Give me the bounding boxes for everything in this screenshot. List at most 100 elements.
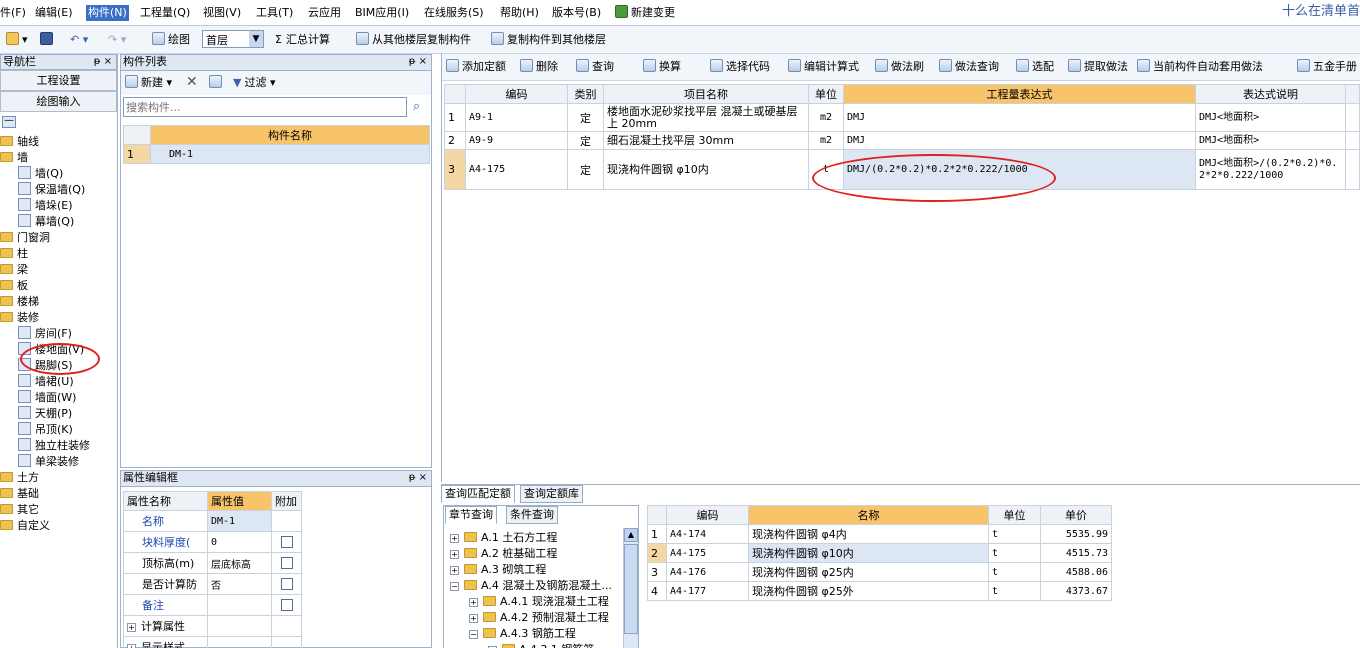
nav-tree-item[interactable]: 单梁装修 — [18, 454, 79, 470]
nav-tree-item[interactable]: 墙裙(U) — [18, 374, 74, 390]
tab-match-quota[interactable]: 查询匹配定额 — [441, 485, 515, 503]
chapter-item[interactable]: − A.4.3 钢筋工程 — [469, 626, 576, 642]
result-unit[interactable]: t — [988, 524, 1041, 544]
tab-chapter-query[interactable]: 章节查询 — [445, 506, 497, 524]
menu-view[interactable]: 视图(V) — [203, 5, 241, 21]
edit-formula-button[interactable]: 编辑计算式 — [788, 59, 859, 75]
pin-close-icon[interactable]: ᵽ × — [409, 471, 427, 485]
copy-icon[interactable] — [209, 75, 225, 91]
menu-bim[interactable]: BIM应用(I) — [355, 5, 409, 21]
draw-button[interactable]: 绘图 — [152, 32, 190, 48]
chapter-item[interactable]: + A.2 桩基础工程 — [450, 546, 557, 562]
result-unit[interactable]: t — [988, 543, 1041, 563]
new-component-button[interactable]: 新建 ▾ — [125, 75, 172, 91]
property-value[interactable] — [207, 615, 272, 637]
result-name[interactable]: 现浇构件圆钢 φ10内 — [748, 543, 989, 563]
nav-tree-item[interactable]: 土方 — [0, 470, 39, 486]
result-price[interactable]: 4588.06 — [1040, 562, 1112, 582]
quota-name[interactable]: 细石混凝土找平层 30mm — [603, 131, 809, 150]
convert-button[interactable]: 换算 — [643, 59, 681, 75]
menu-new-change[interactable]: 新建变更 — [615, 5, 675, 21]
quota-code[interactable]: A9-1 — [465, 103, 568, 132]
quota-unit[interactable]: m2 — [808, 131, 844, 150]
property-value[interactable]: DM-1 — [207, 510, 272, 532]
expand-plus-icon[interactable]: + — [127, 623, 136, 632]
menu-cloud[interactable]: 云应用 — [308, 5, 341, 21]
select-code-button[interactable]: 选择代码 — [710, 59, 770, 75]
property-row[interactable]: 名称 DM-1 — [123, 510, 302, 532]
chapter-item[interactable]: − A.4 混凝土及钢筋混凝土... — [450, 578, 612, 594]
sum-calc-button[interactable]: Σ 汇总计算 — [275, 32, 330, 48]
pin-close-icon[interactable]: ᵽ × — [409, 55, 427, 69]
nav-tree-item[interactable]: 天棚(P) — [18, 406, 72, 422]
nav-tree-item[interactable]: 墙 — [0, 150, 28, 166]
menu-edit[interactable]: 编辑(E) — [35, 5, 73, 21]
menu-version[interactable]: 版本号(B) — [552, 5, 601, 21]
collapse-minus-icon[interactable]: − — [450, 582, 459, 591]
match-button[interactable]: 选配 — [1016, 59, 1054, 75]
attach-checkbox[interactable] — [280, 577, 293, 590]
nav-tree-item[interactable]: 门窗洞 — [0, 230, 50, 246]
property-row[interactable]: 备注 — [123, 594, 302, 616]
nav-tree-item[interactable]: 独立柱装修 — [18, 438, 90, 454]
menu-tools[interactable]: 工具(T) — [256, 5, 293, 21]
extract-method-button[interactable]: 提取做法 — [1068, 59, 1128, 75]
add-quota-button[interactable]: 添加定额 — [446, 59, 506, 75]
property-value[interactable]: 否 — [207, 573, 272, 595]
search-input[interactable] — [123, 97, 407, 117]
quota-code[interactable]: A4-175 — [465, 149, 568, 190]
result-code[interactable]: A4-176 — [666, 562, 749, 582]
nav-tree-item[interactable]: 墙垛(E) — [18, 198, 73, 214]
nav-tree-item[interactable]: 梁 — [0, 262, 28, 278]
scroll-thumb[interactable] — [624, 544, 638, 634]
menu-online[interactable]: 在线服务(S) — [424, 5, 484, 21]
attach-checkbox[interactable] — [280, 556, 293, 569]
property-value[interactable]: 0 — [207, 531, 272, 553]
result-unit[interactable]: t — [988, 581, 1041, 601]
delete-button[interactable]: 删除 — [520, 59, 558, 75]
nav-tree-item[interactable]: 基础 — [0, 486, 39, 502]
menu-component[interactable]: 构件(N) — [86, 5, 129, 21]
quota-code[interactable]: A9-9 — [465, 131, 568, 150]
table-row[interactable]: 2 A9-9 定细石混凝土找平层 30mm m2 DMJ DMJ<地面积> — [444, 131, 1360, 150]
project-settings-button[interactable]: 工程设置 — [0, 70, 117, 91]
nav-tree-item[interactable]: 柱 — [0, 246, 28, 262]
property-row[interactable]: + 显示样式 — [123, 636, 302, 648]
save-icon[interactable] — [40, 32, 56, 48]
chapter-scrollbar[interactable]: ▲ — [623, 528, 638, 648]
table-row[interactable]: 2 A4-175 现浇构件圆钢 φ10内 t 4515.73 — [647, 543, 1112, 563]
collapse-all-icon[interactable]: — — [2, 116, 16, 128]
result-price[interactable]: 5535.99 — [1040, 524, 1112, 544]
quota-kind[interactable]: 定 — [567, 149, 604, 190]
result-code[interactable]: A4-177 — [666, 581, 749, 601]
property-row[interactable]: 顶标高(m) 层底标高 — [123, 552, 302, 574]
nav-tree-item[interactable]: 墙面(W) — [18, 390, 76, 406]
auto-apply-button[interactable]: 当前构件自动套用做法 — [1137, 59, 1263, 75]
chevron-down-icon[interactable]: ▼ — [249, 31, 263, 47]
nav-tree-item[interactable]: 自定义 — [0, 518, 50, 534]
chapter-item[interactable]: + A.4.1 现浇混凝土工程 — [469, 594, 609, 610]
nav-tree-item[interactable]: 轴线 — [0, 134, 39, 150]
nav-tree-item[interactable]: 幕墙(Q) — [18, 214, 74, 230]
property-row[interactable]: + 计算属性 — [123, 615, 302, 637]
undo-icon[interactable]: ↶ ▾ — [70, 32, 88, 48]
table-row[interactable]: 4 A4-177 现浇构件圆钢 φ25外 t 4373.67 — [647, 581, 1112, 601]
table-row[interactable]: 1 DM-1 — [123, 144, 430, 164]
expand-plus-icon[interactable]: + — [127, 644, 136, 648]
quota-expression-desc[interactable]: DMJ<地面积>/(0.2*0.2)*0.2*2*0.222/1000 — [1195, 149, 1346, 190]
redo-icon[interactable]: ↷ ▾ — [108, 32, 126, 48]
expand-plus-icon[interactable]: + — [469, 598, 478, 607]
result-code[interactable]: A4-174 — [666, 524, 749, 544]
quota-expression-desc[interactable]: DMJ<地面积> — [1195, 131, 1346, 150]
nav-tree-item[interactable]: 楼梯 — [0, 294, 39, 310]
menu-file[interactable]: 件(F) — [0, 5, 26, 21]
table-row[interactable]: 1 A9-1 定楼地面水泥砂浆找平层 混凝土或硬基层上 20mm m2 DMJ DMJ<地… — [444, 103, 1360, 132]
collapse-minus-icon[interactable]: − — [469, 630, 478, 639]
property-row[interactable]: 块料厚度(0 — [123, 531, 302, 553]
nav-tree-item[interactable]: 其它 — [0, 502, 39, 518]
expand-plus-icon[interactable]: + — [450, 534, 459, 543]
scroll-up-icon[interactable]: ▲ — [624, 528, 638, 542]
copy-to-floor-button[interactable]: 复制构件到其他楼层 — [491, 32, 606, 48]
quota-name[interactable]: 楼地面水泥砂浆找平层 混凝土或硬基层上 20mm — [603, 103, 809, 132]
property-row[interactable]: 是否计算防否 — [123, 573, 302, 595]
